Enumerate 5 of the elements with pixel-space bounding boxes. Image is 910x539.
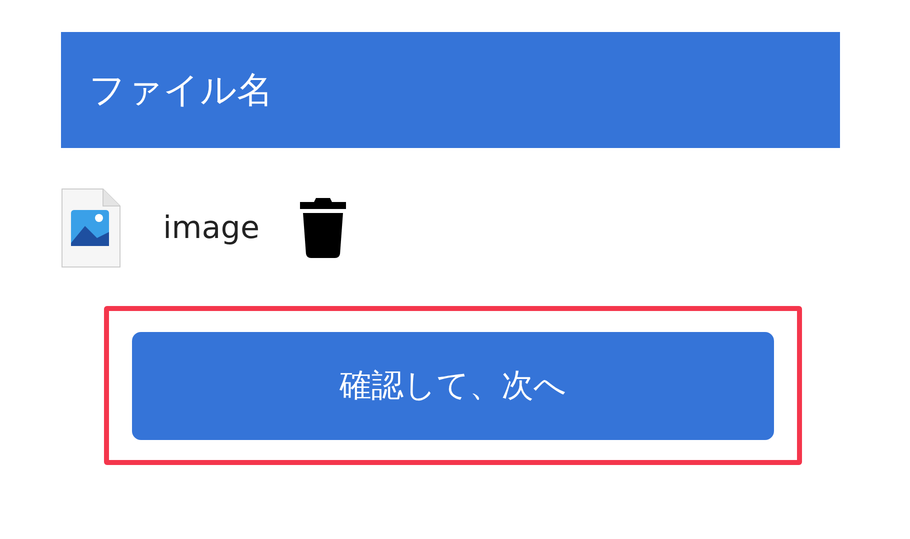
trash-icon[interactable] — [298, 198, 348, 258]
file-name: image — [163, 210, 260, 246]
confirm-next-button[interactable]: 確認して、次へ — [132, 332, 774, 440]
image-file-icon — [61, 188, 121, 268]
header-title: ファイル名 — [89, 68, 273, 112]
